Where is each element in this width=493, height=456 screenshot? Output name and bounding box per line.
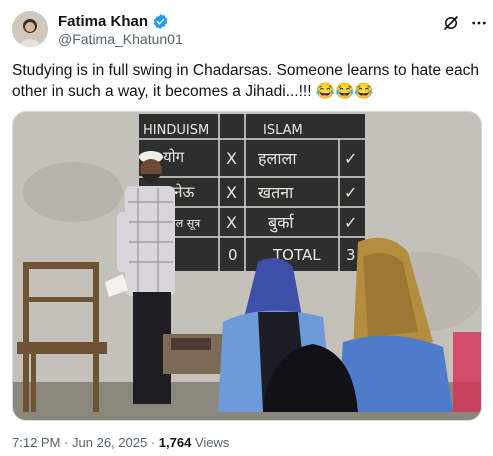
post-meta: 7:12 PM · Jun 26, 2025 · 1,764 Views [12, 435, 229, 450]
board-row2-check: ✓ [344, 183, 357, 202]
views-count: 1,764 [158, 435, 192, 450]
board-total-right: 3 [346, 246, 356, 264]
grok-icon[interactable] [442, 14, 460, 37]
views-label: Views [194, 435, 230, 450]
board-row3-check: ✓ [344, 213, 357, 232]
board-header-islam: ISLAM [263, 123, 303, 138]
avatar[interactable] [12, 11, 48, 47]
tweet: Fatima Khan @Fatima_Khatun01 Studying is… [0, 0, 493, 456]
board-row1-right: हलाला [258, 149, 297, 168]
post-image[interactable]: HINDUISM ISLAM योग X हलाला ✓ जनेऊ X खतना… [12, 111, 482, 421]
post-time[interactable]: 7:12 PM [12, 435, 60, 450]
board-header-hinduism: HINDUISM [143, 123, 209, 138]
more-options-icon[interactable] [470, 14, 488, 37]
board-total-left: 0 [228, 246, 238, 264]
classroom-photo: HINDUISM ISLAM योग X हलाला ✓ जनेऊ X खतना… [13, 112, 481, 420]
board-row2-right: खतना [258, 183, 294, 202]
board-row3-mark: X [226, 213, 237, 232]
meta-separator: · [64, 435, 69, 450]
post-date[interactable]: Jun 26, 2025 [72, 435, 147, 450]
author-name[interactable]: Fatima Khan [58, 13, 148, 30]
board-row2-mark: X [226, 183, 237, 202]
board-row1-mark: X [226, 149, 237, 168]
post-text: Studying is in full swing in Chadarsas. … [12, 62, 479, 100]
avatar-image [12, 11, 48, 47]
verified-badge-icon [152, 13, 169, 30]
author-name-row: Fatima Khan [58, 13, 169, 30]
board-row3-right: बुर्का [268, 213, 295, 233]
meta-separator-2: · [150, 435, 156, 450]
board-row1-check: ✓ [344, 149, 357, 168]
board-row1-left: योग [163, 148, 185, 166]
author-handle[interactable]: @Fatima_Khatun01 [58, 31, 183, 47]
